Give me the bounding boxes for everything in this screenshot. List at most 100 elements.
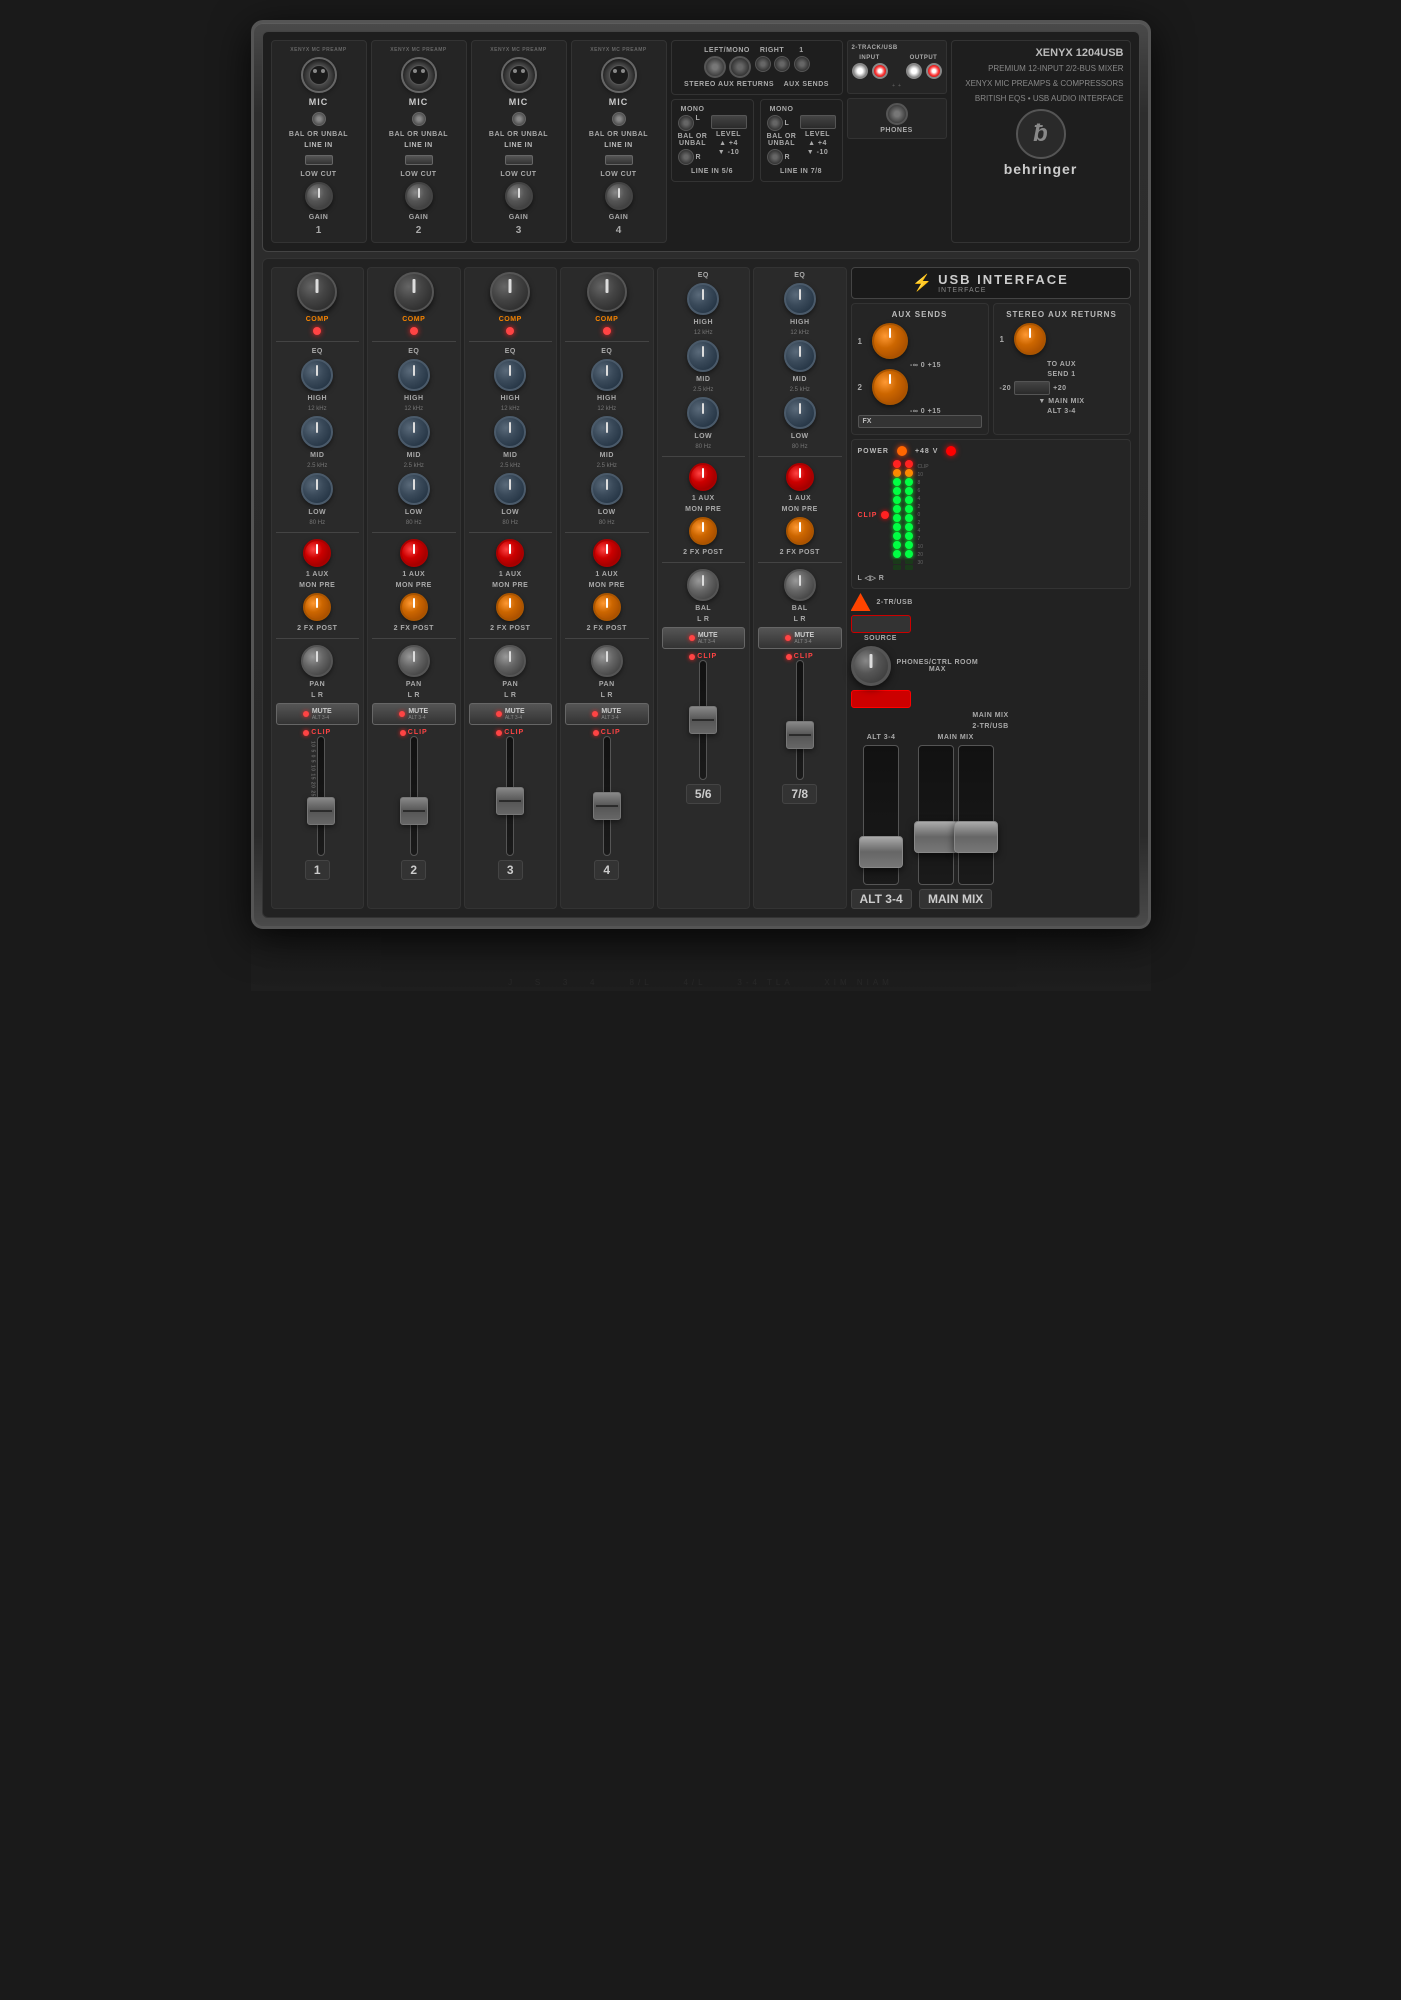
aux1-label-56: 1 AUX bbox=[692, 495, 715, 502]
send-1-label: SEND 1 bbox=[1000, 371, 1124, 378]
pan-knob-56[interactable] bbox=[687, 569, 719, 601]
eq-mid-78[interactable] bbox=[784, 340, 816, 372]
vu-n7-r bbox=[905, 541, 913, 549]
level-btn-56[interactable] bbox=[711, 115, 747, 129]
pan-knob-1[interactable] bbox=[301, 645, 333, 677]
aux1-knob-78[interactable] bbox=[786, 463, 814, 491]
eq-low-3[interactable] bbox=[494, 473, 526, 505]
mute-btn-3[interactable]: MUTE ALT 3-4 bbox=[469, 703, 553, 725]
aux1-knob-1[interactable] bbox=[303, 539, 331, 567]
aux2-knob-56[interactable] bbox=[689, 517, 717, 545]
low-cut-btn-1[interactable] bbox=[305, 155, 333, 165]
eq-mid-1[interactable] bbox=[301, 416, 333, 448]
eq-mid-2[interactable] bbox=[398, 416, 430, 448]
comp-knob-1[interactable] bbox=[297, 272, 337, 312]
fader-handle-1[interactable] bbox=[307, 797, 335, 825]
fx-btn[interactable]: FX bbox=[858, 415, 982, 428]
comp-knob-4[interactable] bbox=[587, 272, 627, 312]
eq-mid-56[interactable] bbox=[687, 340, 719, 372]
stereo-aux-knob-1[interactable] bbox=[1014, 323, 1046, 355]
eq-label-2: EQ bbox=[408, 348, 419, 355]
ts-4 bbox=[612, 112, 626, 126]
xenyx-label-4: XENYX MC PREAMP bbox=[590, 47, 646, 53]
aux2-knob-2[interactable] bbox=[400, 593, 428, 621]
aux2-knob-78[interactable] bbox=[786, 517, 814, 545]
eq-high-56[interactable] bbox=[687, 283, 719, 315]
aux-send-knob-1[interactable] bbox=[872, 323, 908, 359]
level-btn-78[interactable] bbox=[800, 115, 836, 129]
eq-high-2[interactable] bbox=[398, 359, 430, 391]
mute-btn-2[interactable]: MUTE ALT 3-4 bbox=[372, 703, 456, 725]
top-section: XENYX MC PREAMP MIC BAL OR UNBAL LINE IN… bbox=[262, 31, 1140, 252]
eq-high-3[interactable] bbox=[494, 359, 526, 391]
aux-send-knob-2[interactable] bbox=[872, 369, 908, 405]
fader-handle-78[interactable] bbox=[786, 721, 814, 749]
pan-knob-3[interactable] bbox=[494, 645, 526, 677]
channel-num-3: 3 bbox=[516, 225, 522, 236]
aux1-knob-56[interactable] bbox=[689, 463, 717, 491]
eq-high-4[interactable] bbox=[591, 359, 623, 391]
eq-high-1[interactable] bbox=[301, 359, 333, 391]
subtitle: PREMIUM 12-INPUT 2/2-BUS MIXER bbox=[958, 63, 1124, 74]
gain-knob-1[interactable] bbox=[305, 182, 333, 210]
gain-knob-3[interactable] bbox=[505, 182, 533, 210]
gain-knob-2[interactable] bbox=[405, 182, 433, 210]
aux2-knob-3[interactable] bbox=[496, 593, 524, 621]
mute-label-4: MUTE bbox=[601, 708, 621, 715]
mid-freq-3: 2.5 kHz bbox=[500, 463, 520, 469]
r-label: R bbox=[696, 154, 702, 161]
low-label-78: LOW bbox=[791, 433, 809, 440]
feature-2: BRITISH EQS • USB AUDIO INTERFACE bbox=[958, 93, 1124, 104]
fader-handle-2[interactable] bbox=[400, 797, 428, 825]
main-mix-button[interactable] bbox=[851, 690, 911, 708]
mute-btn-1[interactable]: MUTE ALT 3-4 bbox=[276, 703, 360, 725]
fader-handle-3[interactable] bbox=[496, 787, 524, 815]
low-freq-2: 80 Hz bbox=[406, 520, 422, 526]
mute-btn-4[interactable]: MUTE ALT 3-4 bbox=[565, 703, 649, 725]
fader-handle-56[interactable] bbox=[689, 706, 717, 734]
fader-track-2 bbox=[410, 736, 418, 856]
comp-knob-2[interactable] bbox=[394, 272, 434, 312]
eq-low-2[interactable] bbox=[398, 473, 430, 505]
aux1-knob-3[interactable] bbox=[496, 539, 524, 567]
clip-label-1: CLIP bbox=[311, 729, 331, 736]
pan-knob-78[interactable] bbox=[784, 569, 816, 601]
channel-input-3: XENYX MC PREAMP MIC BAL OR UNBAL LINE IN… bbox=[471, 40, 567, 243]
eq-mid-3[interactable] bbox=[494, 416, 526, 448]
stereo-aux-level-btn[interactable] bbox=[1014, 381, 1050, 395]
phones-ctrl-label: PHONES/CTRL ROOM bbox=[897, 659, 979, 666]
phones-jack bbox=[886, 103, 908, 125]
phones-ctrl-knob[interactable] bbox=[851, 646, 891, 686]
comp-knob-3[interactable] bbox=[490, 272, 530, 312]
alt-34-fader-handle[interactable] bbox=[859, 836, 903, 868]
low-cut-btn-2[interactable] bbox=[405, 155, 433, 165]
eq-low-56[interactable] bbox=[687, 397, 719, 429]
comp-label-3: COMP bbox=[499, 316, 522, 323]
pan-knob-4[interactable] bbox=[591, 645, 623, 677]
eq-low-1[interactable] bbox=[301, 473, 333, 505]
ts-2 bbox=[412, 112, 426, 126]
fader-handle-4[interactable] bbox=[593, 792, 621, 820]
aux2-knob-4[interactable] bbox=[593, 593, 621, 621]
mute-btn-78[interactable]: MUTE ALT 3-4 bbox=[758, 627, 842, 649]
low-cut-btn-3[interactable] bbox=[505, 155, 533, 165]
source-button[interactable] bbox=[851, 615, 911, 633]
eq-low-78[interactable] bbox=[784, 397, 816, 429]
gain-knob-4[interactable] bbox=[605, 182, 633, 210]
eq-mid-4[interactable] bbox=[591, 416, 623, 448]
aux1-knob-4[interactable] bbox=[593, 539, 621, 567]
aux2-knob-1[interactable] bbox=[303, 593, 331, 621]
ts-1 bbox=[312, 112, 326, 126]
vu-2-r bbox=[905, 505, 913, 513]
aux1-knob-2[interactable] bbox=[400, 539, 428, 567]
eq-high-78[interactable] bbox=[784, 283, 816, 315]
comp-label-4: COMP bbox=[595, 316, 618, 323]
aux-sends-section: AUX SENDS 1 -∞ 0 +15 2 -∞ 0 +15 FX bbox=[851, 303, 989, 435]
pan-knob-2[interactable] bbox=[398, 645, 430, 677]
low-cut-btn-4[interactable] bbox=[605, 155, 633, 165]
main-mix-l-handle[interactable] bbox=[914, 821, 958, 853]
main-mix-r-handle[interactable] bbox=[954, 821, 998, 853]
low-freq-4: 80 Hz bbox=[599, 520, 615, 526]
mute-btn-56[interactable]: MUTE ALT 3-4 bbox=[662, 627, 746, 649]
eq-low-4[interactable] bbox=[591, 473, 623, 505]
